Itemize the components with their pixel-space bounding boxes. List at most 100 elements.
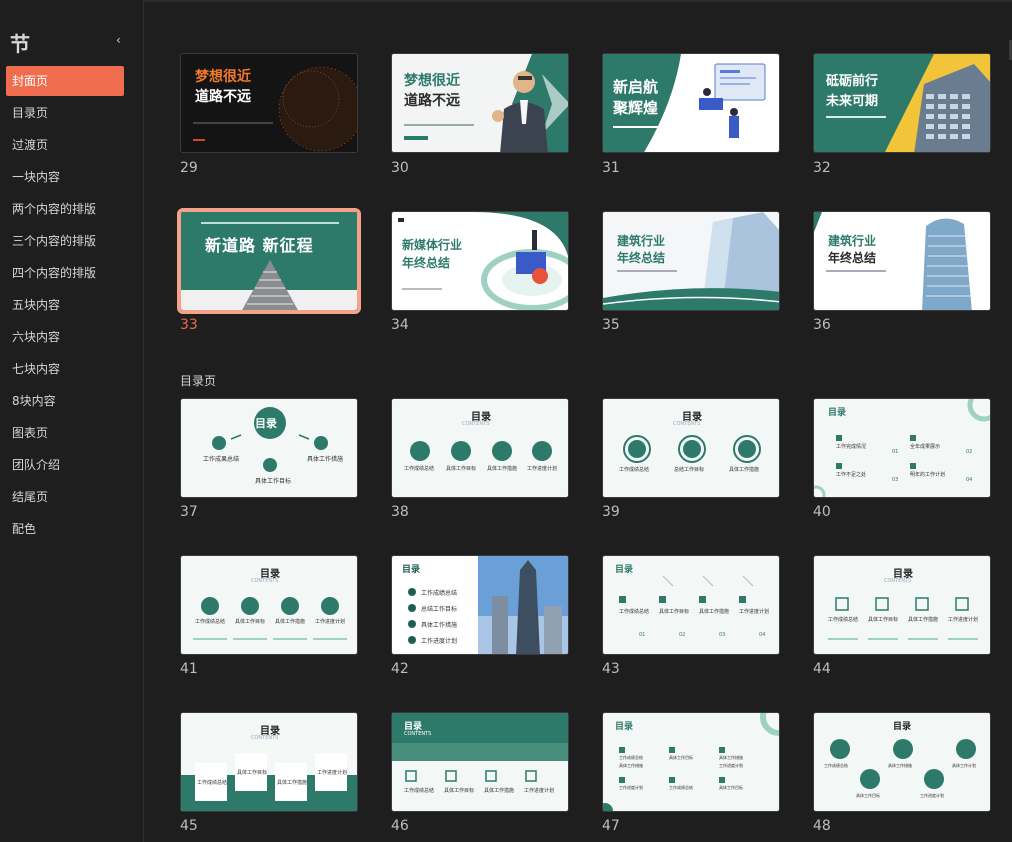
slide-thumbnail-35[interactable]: 建筑行业 年终总结 <box>602 211 780 311</box>
slide-number-32: 32 <box>813 160 831 176</box>
slide-40-item-4: 明年的工作计划 <box>910 472 946 478</box>
slide-48-item-5: 工作进度计划 <box>920 793 944 798</box>
section-item-two-content[interactable]: 两个内容的排版 <box>6 194 124 226</box>
slide-43-index-3: 03 <box>719 632 726 638</box>
slide-36-title-2: 年终总结 <box>828 251 877 265</box>
slide-46-item-2: 具体工作目标 <box>444 788 475 794</box>
slide-33-title: 新道路 新征程 <box>205 236 314 255</box>
slide-thumbnail-38[interactable]: 目录 CONTENTS 工作成绩总结 具体工作目标 具体工作措施 工作进度计划 <box>391 398 569 498</box>
slide-38-item-4: 工作进度计划 <box>527 466 558 472</box>
section-item-team[interactable]: 团队介绍 <box>6 450 124 482</box>
slide-38-item-2: 具体工作目标 <box>446 466 477 472</box>
slide-48-item-4: 具体工作目标 <box>856 793 880 798</box>
section-item-eight-blocks[interactable]: 8块内容 <box>6 386 124 418</box>
slide-47-item-4: 工作进度计划 <box>619 785 643 790</box>
section-item-transition[interactable]: 过渡页 <box>6 130 124 162</box>
slide-number-47: 47 <box>602 818 620 834</box>
slide-38-item-3: 具体工作措施 <box>487 466 518 472</box>
slide-37-item-2: 具体工作措施 <box>307 456 344 463</box>
slide-thumbnail-46[interactable]: 目录 CONTENTS 工作成绩总结 具体工作目标 具体工作措施 工作进度计划 <box>391 712 569 812</box>
slide-45-item-4: 工作进度计划 <box>317 770 348 776</box>
slide-37-heading: 目录 <box>255 417 277 430</box>
slide-47-item-3: 具体工作措施 <box>719 755 743 760</box>
slide-39-item-2: 总结工作目标 <box>674 467 705 473</box>
section-item-toc[interactable]: 目录页 <box>6 98 124 130</box>
slide-44-item-4: 工作进度计划 <box>948 617 979 623</box>
slide-40-item-2: 全年成果展示 <box>910 444 941 450</box>
slide-thumbnail-36[interactable]: 建筑行业 年终总结 <box>813 211 991 311</box>
slide-46-item-4: 工作进度计划 <box>524 788 555 794</box>
slide-number-37: 37 <box>180 504 198 520</box>
slide-thumbnail-29[interactable]: 梦想很近 道路不远 <box>180 53 358 153</box>
slide-34-title-2: 年终总结 <box>402 256 451 270</box>
slide-number-45: 45 <box>180 818 198 834</box>
section-item-six-blocks[interactable]: 六块内容 <box>6 322 124 354</box>
slide-29-title-1: 梦想很近 <box>195 69 251 85</box>
slide-thumbnail-34[interactable]: 新媒体行业 年终总结 <box>391 211 569 311</box>
section-item-charts[interactable]: 图表页 <box>6 418 124 450</box>
slide-thumbnail-44[interactable]: 目录 CONTENTS 工作成绩总结 具体工作目标 具体工作措施 工作进度计划 <box>813 555 991 655</box>
slide-47-item-8: 工作进度计划 <box>719 763 743 768</box>
slide-thumbnail-31[interactable]: 新启航 聚辉煌 <box>602 53 780 153</box>
sections-sidebar: 节 ‹ 封面页 目录页 过渡页 一块内容 两个内容的排版 三个内容的排版 四个内… <box>0 0 144 842</box>
slide-40-index-3: 03 <box>892 477 899 483</box>
slide-39-item-1: 工作成绩总结 <box>619 467 650 473</box>
slide-45-item-1: 工作成绩总结 <box>197 780 228 786</box>
app-window: 节 ‹ 封面页 目录页 过渡页 一块内容 两个内容的排版 三个内容的排版 四个内… <box>0 0 1012 842</box>
slide-number-44: 44 <box>813 661 831 677</box>
slide-42-item-2: 总结工作目标 <box>421 606 458 613</box>
slide-thumbnail-42[interactable]: 目录 工作成绩总结 总结工作目标 具体工作措施 工作进度计划 <box>391 555 569 655</box>
slide-45-item-2: 具体工作目标 <box>237 770 268 776</box>
slide-35-title-1: 建筑行业 <box>617 234 666 248</box>
slide-number-48: 48 <box>813 818 831 834</box>
slide-thumbnail-48[interactable]: 目录 工作成绩总结 具体工作措施 具体工作计划 具体工作目标 工作进度计划 <box>813 712 991 812</box>
slide-number-41: 41 <box>180 661 198 677</box>
slide-thumbnail-39[interactable]: 目录 CONTENTS 工作成绩总结 总结工作目标 具体工作措施 <box>602 398 780 498</box>
section-item-ending[interactable]: 结尾页 <box>6 482 124 514</box>
slide-40-item-3: 工作不足之处 <box>836 472 867 478</box>
slide-42-item-4: 工作进度计划 <box>421 638 458 645</box>
slide-thumbnail-43[interactable]: 目录 工作成绩总结 具体工作目标 具体工作措施 工作进度计划 01 02 03 … <box>602 555 780 655</box>
slide-30-title-1: 梦想很近 <box>404 73 460 89</box>
slide-thumbnail-32[interactable]: 砥砺前行 未来可期 <box>813 53 991 153</box>
slide-40-heading: 目录 <box>828 408 847 418</box>
slide-number-30: 30 <box>391 160 409 176</box>
slide-thumbnail-41[interactable]: 目录 CONTENTS 工作成绩总结 具体工作目标 具体工作措施 工作进度计划 <box>180 555 358 655</box>
slide-31-title-1: 新启航 <box>613 78 659 96</box>
slide-47-item-7: 具体工作措施 <box>619 763 643 768</box>
slide-41-item-2: 具体工作目标 <box>235 619 266 625</box>
slide-32-title-1: 砥砺前行 <box>826 74 879 89</box>
slide-43-index-4: 04 <box>759 632 766 638</box>
section-item-four-content[interactable]: 四个内容的排版 <box>6 258 124 290</box>
slide-30-title-2: 道路不远 <box>404 93 460 109</box>
section-item-seven-blocks[interactable]: 七块内容 <box>6 354 124 386</box>
slide-grid: 梦想很近 道路不远 29 梦想很近 道路不远 30 新启航 聚辉煌 31 砥砺前… <box>145 0 1012 842</box>
slide-thumbnail-40[interactable]: 目录 工作完成情况 全年成果展示 工作不足之处 明年的工作计划 01 02 03… <box>813 398 991 498</box>
section-item-colors[interactable]: 配色 <box>6 514 124 546</box>
slide-thumbnail-37[interactable]: 目录 工作成果总结 具体工作措施 具体工作目标 <box>180 398 358 498</box>
slide-thumbnail-45[interactable]: 目录 CONTENTS 工作成绩总结 具体工作目标 具体工作措施 工作进度计划 <box>180 712 358 812</box>
slide-48-item-1: 工作成绩总结 <box>824 763 848 768</box>
chevron-left-icon[interactable]: ‹ <box>116 33 121 47</box>
slide-44-item-2: 具体工作目标 <box>868 617 899 623</box>
slide-35-title-2: 年终总结 <box>617 251 666 265</box>
slide-43-item-2: 具体工作目标 <box>659 609 690 615</box>
slide-thumbnail-47[interactable]: 目录 工作成绩总结 具体工作目标 具体工作措施 工作进度计划 工作成绩总结 具体… <box>602 712 780 812</box>
section-item-cover[interactable]: 封面页 <box>6 66 124 96</box>
slide-42-heading: 目录 <box>402 565 421 575</box>
slide-39-item-3: 具体工作措施 <box>729 467 760 473</box>
slide-45-subheading: CONTENTS <box>251 735 279 741</box>
slide-thumbnail-33[interactable]: 新道路 新征程 <box>177 208 361 314</box>
section-item-five-blocks[interactable]: 五块内容 <box>6 290 124 322</box>
slide-46-item-3: 具体工作措施 <box>484 788 515 794</box>
slide-39-subheading: CONTENTS <box>673 421 701 427</box>
slide-43-heading: 目录 <box>615 565 634 575</box>
slide-41-item-1: 工作成绩总结 <box>195 619 226 625</box>
section-item-three-content[interactable]: 三个内容的排版 <box>6 226 124 258</box>
section-item-one-block[interactable]: 一块内容 <box>6 162 124 194</box>
slide-number-38: 38 <box>391 504 409 520</box>
slide-43-index-1: 01 <box>639 632 646 638</box>
slide-29-title-2: 道路不远 <box>195 89 251 105</box>
slide-43-item-3: 具体工作措施 <box>699 609 730 615</box>
slide-thumbnail-30[interactable]: 梦想很近 道路不远 <box>391 53 569 153</box>
